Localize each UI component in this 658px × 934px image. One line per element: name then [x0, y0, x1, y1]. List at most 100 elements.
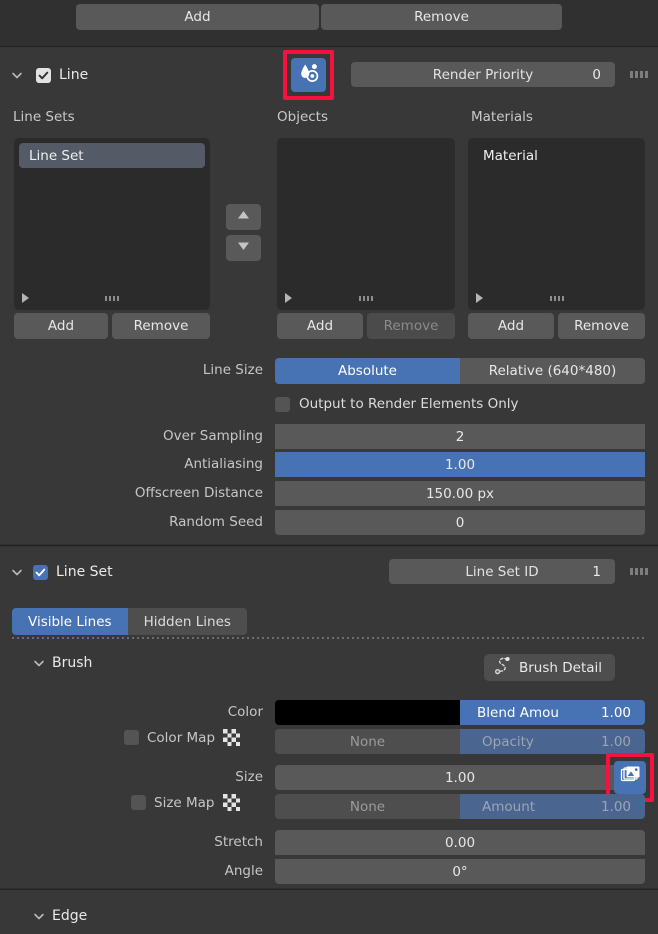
line-enable-checkbox[interactable] [36, 68, 51, 83]
over-sampling-label: Over Sampling [80, 424, 263, 449]
size-map-amount-field: Amount 1.00 [460, 794, 645, 819]
antialiasing-label: Antialiasing [80, 452, 263, 477]
angle-field[interactable]: 0° [275, 859, 645, 884]
move-up-button[interactable] [226, 204, 261, 230]
size-label: Size [80, 765, 263, 790]
stretch-field[interactable]: 0.00 [275, 830, 645, 855]
size-image-button[interactable] [614, 761, 646, 794]
divider-line-panel [0, 545, 658, 546]
color-map-opacity-value: 1.00 [601, 734, 631, 750]
size-map-source-field[interactable]: None [275, 794, 460, 819]
checker-texture-icon [223, 729, 240, 746]
expand-triangle-icon[interactable] [476, 293, 483, 303]
line-size-option-absolute[interactable]: Absolute [275, 358, 460, 384]
antialiasing-slider[interactable]: 1.00 [275, 452, 645, 477]
move-down-button[interactable] [226, 235, 261, 261]
color-map-checkbox[interactable] [124, 730, 139, 745]
line-size-option-relative[interactable]: Relative (640*480) [460, 358, 645, 384]
list-item[interactable]: Line Set [19, 143, 205, 168]
line-set-id-field[interactable]: Line Set ID 1 [389, 559, 615, 584]
line-set-panel-title: Line Set [56, 564, 113, 580]
resize-grip-icon[interactable] [550, 296, 564, 301]
materials-column-header: Materials [471, 109, 533, 125]
angle-value: 0° [452, 864, 467, 880]
line-panel-grip-icon[interactable] [630, 71, 648, 78]
freestyle-linestyle-icon [297, 61, 321, 89]
tabs-underline [12, 637, 646, 639]
line-sets-list-footer [14, 290, 210, 306]
edge-panel-background [0, 890, 658, 934]
line-sets-column-header: Line Sets [13, 109, 75, 125]
random-seed-value: 0 [456, 515, 465, 531]
line-set-id-value: 1 [592, 564, 601, 580]
line-sets-add-button[interactable]: Add [14, 313, 108, 339]
random-seed-field[interactable]: 0 [275, 510, 645, 535]
render-priority-value: 0 [592, 67, 601, 83]
brush-subpanel-title: Brush [52, 655, 92, 671]
over-sampling-field[interactable]: 2 [275, 424, 645, 449]
arrow-down-icon [236, 240, 251, 256]
resize-grip-icon[interactable] [105, 296, 119, 301]
line-panel-header[interactable]: Line [10, 63, 88, 87]
materials-add-button[interactable]: Add [468, 313, 554, 339]
blend-amount-field[interactable]: Blend Amou 1.00 [460, 700, 645, 725]
over-sampling-value: 2 [456, 429, 465, 445]
line-size-label: Line Size [80, 358, 263, 383]
line-size-toggle[interactable]: Absolute Relative (640*480) [275, 358, 645, 384]
color-map-opacity-field: Opacity 1.00 [460, 729, 645, 754]
output-render-elements-checkbox[interactable] [275, 397, 290, 412]
size-map-row-label[interactable]: Size Map [131, 794, 240, 811]
image-stack-icon [620, 765, 641, 790]
materials-listbox[interactable]: Material [468, 138, 645, 310]
list-item[interactable]: Material [473, 143, 640, 168]
brush-detail-button[interactable]: Brush Detail [484, 654, 615, 681]
brush-curve-icon [493, 656, 512, 679]
arrow-up-icon [236, 209, 251, 225]
objects-add-button[interactable]: Add [277, 313, 363, 339]
size-field[interactable]: 1.00 [275, 765, 645, 790]
materials-list-footer [468, 290, 645, 306]
chevron-down-icon[interactable] [32, 909, 46, 923]
render-priority-field[interactable]: Render Priority 0 [351, 62, 615, 87]
freestyle-linestyle-icon-button[interactable] [291, 58, 326, 92]
output-render-elements-row[interactable]: Output to Render Elements Only [275, 396, 519, 412]
line-set-enable-checkbox[interactable] [33, 565, 48, 580]
materials-remove-button[interactable]: Remove [558, 313, 645, 339]
brush-subpanel-header[interactable]: Brush [32, 652, 92, 674]
expand-triangle-icon[interactable] [285, 293, 292, 303]
objects-listbox[interactable] [277, 138, 455, 310]
chevron-down-icon[interactable] [32, 656, 46, 670]
line-set-tabs[interactable]: Visible Lines Hidden Lines [12, 608, 247, 635]
checker-texture-icon [223, 794, 240, 811]
random-seed-label: Random Seed [80, 510, 263, 535]
line-sets-listbox[interactable]: Line Set [14, 138, 210, 310]
tab-hidden-lines[interactable]: Hidden Lines [128, 608, 247, 635]
color-map-opacity-label: Opacity [482, 734, 534, 750]
stretch-value: 0.00 [445, 835, 475, 851]
objects-list-footer [277, 290, 455, 306]
color-map-source-field[interactable]: None [275, 729, 460, 754]
chevron-down-icon[interactable] [10, 565, 24, 579]
top-add-button[interactable]: Add [76, 4, 319, 30]
top-remove-button[interactable]: Remove [321, 4, 562, 30]
edge-panel-header[interactable]: Edge [32, 905, 87, 927]
size-map-checkbox[interactable] [131, 795, 146, 810]
color-map-row-label[interactable]: Color Map [124, 729, 240, 746]
expand-triangle-icon[interactable] [22, 293, 29, 303]
chevron-down-icon[interactable] [10, 68, 24, 82]
color-swatch[interactable] [275, 700, 460, 725]
offscreen-distance-field[interactable]: 150.00 px [275, 481, 645, 506]
size-map-amount-label: Amount [482, 799, 535, 815]
edge-panel-title: Edge [52, 908, 87, 924]
line-set-panel-header[interactable]: Line Set [10, 560, 113, 584]
blend-amount-label: Blend Amou [477, 705, 559, 721]
line-sets-remove-button[interactable]: Remove [112, 313, 210, 339]
objects-column-header: Objects [277, 109, 328, 125]
angle-label: Angle [80, 859, 263, 884]
line-set-panel-grip-icon[interactable] [630, 568, 648, 575]
color-map-source-value: None [350, 734, 385, 750]
size-map-source-value: None [350, 799, 385, 815]
resize-grip-icon[interactable] [359, 296, 373, 301]
size-value: 1.00 [445, 770, 475, 786]
tab-visible-lines[interactable]: Visible Lines [12, 608, 128, 635]
